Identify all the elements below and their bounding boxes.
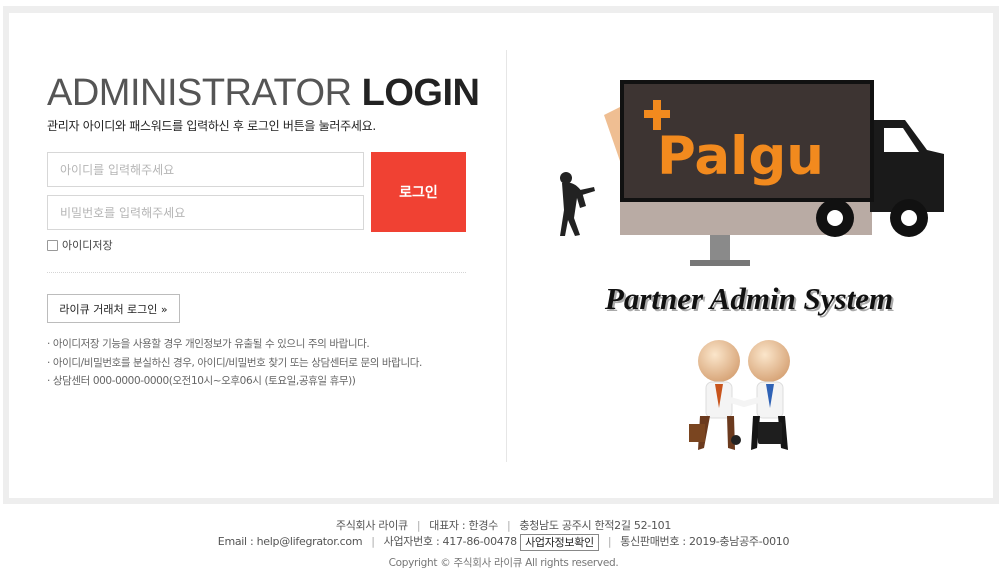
footer-company-line: 주식회사 라이큐 | 대표자 : 한경수 | 충청남도 공주시 한적2길 52-101 xyxy=(335,519,672,532)
logo-text: Palgu xyxy=(657,126,824,187)
footer-email: Email : help@lifegrator.com xyxy=(217,535,363,548)
notice-list: 아이디저장 기능을 사용할 경우 개인정보가 유출될 수 있으니 주의 바랍니다… xyxy=(47,335,422,391)
truck-cab xyxy=(870,120,944,212)
footer-ceo: 대표자 : 한경수 xyxy=(429,519,498,532)
footer-copyright: Copyright © 주식회사 라이큐 All rights reserved… xyxy=(388,557,619,569)
save-id-label: 아이디저장 xyxy=(62,239,113,252)
worker-figure xyxy=(560,172,595,236)
vertical-divider xyxy=(506,50,507,462)
save-id-option[interactable]: 아이디저장 xyxy=(47,237,113,253)
page-title: ADMINISTRATOR LOGIN xyxy=(47,70,480,116)
page-title-bold: LOGIN xyxy=(361,72,480,114)
login-button[interactable]: 로그인 xyxy=(371,152,466,232)
section-divider xyxy=(47,272,466,273)
password-input[interactable] xyxy=(47,195,364,230)
system-title: Partner Admin System xyxy=(604,281,893,316)
page-title-light: ADMINISTRATOR xyxy=(47,72,352,114)
login-instructions: 관리자 아이디와 패스워드를 입력하신 후 로그인 버튼을 눌러주세요. xyxy=(47,119,376,133)
partner-illustration: Palgu Partner Admin System Partner Admin… xyxy=(560,80,944,450)
footer-address: 충청남도 공주시 한적2길 52-101 xyxy=(519,519,672,532)
footer-biz-no: 사업자번호 : 417-86-00478 xyxy=(383,535,518,548)
notice-item: 아이디저장 기능을 사용할 경우 개인정보가 유출될 수 있으니 주의 바랍니다… xyxy=(47,335,422,354)
handshake-figures xyxy=(689,340,790,450)
monitor-base xyxy=(690,260,750,266)
footer-company: 주식회사 라이큐 xyxy=(335,519,408,532)
footer-business-line: Email : help@lifegrator.com | 사업자번호 : 417-… xyxy=(217,533,790,551)
save-id-checkbox[interactable] xyxy=(47,239,58,251)
biz-info-verify-button[interactable]: 사업자정보확인 xyxy=(520,533,599,551)
footer-mail-order-no: 통신판매번호 : 2019-충남공주-0010 xyxy=(620,535,790,548)
notice-item: 아이디/비밀번호를 분실하신 경우, 아이디/비밀번호 찾기 또는 상담센터로 … xyxy=(47,354,422,373)
id-input[interactable] xyxy=(47,152,364,187)
partner-login-button[interactable]: 라이큐 거래처 로그인 » xyxy=(47,294,180,323)
notice-item: 상담센터 000-0000-0000(오전10시~오후06시 (토요일,공휴일 … xyxy=(47,372,422,391)
